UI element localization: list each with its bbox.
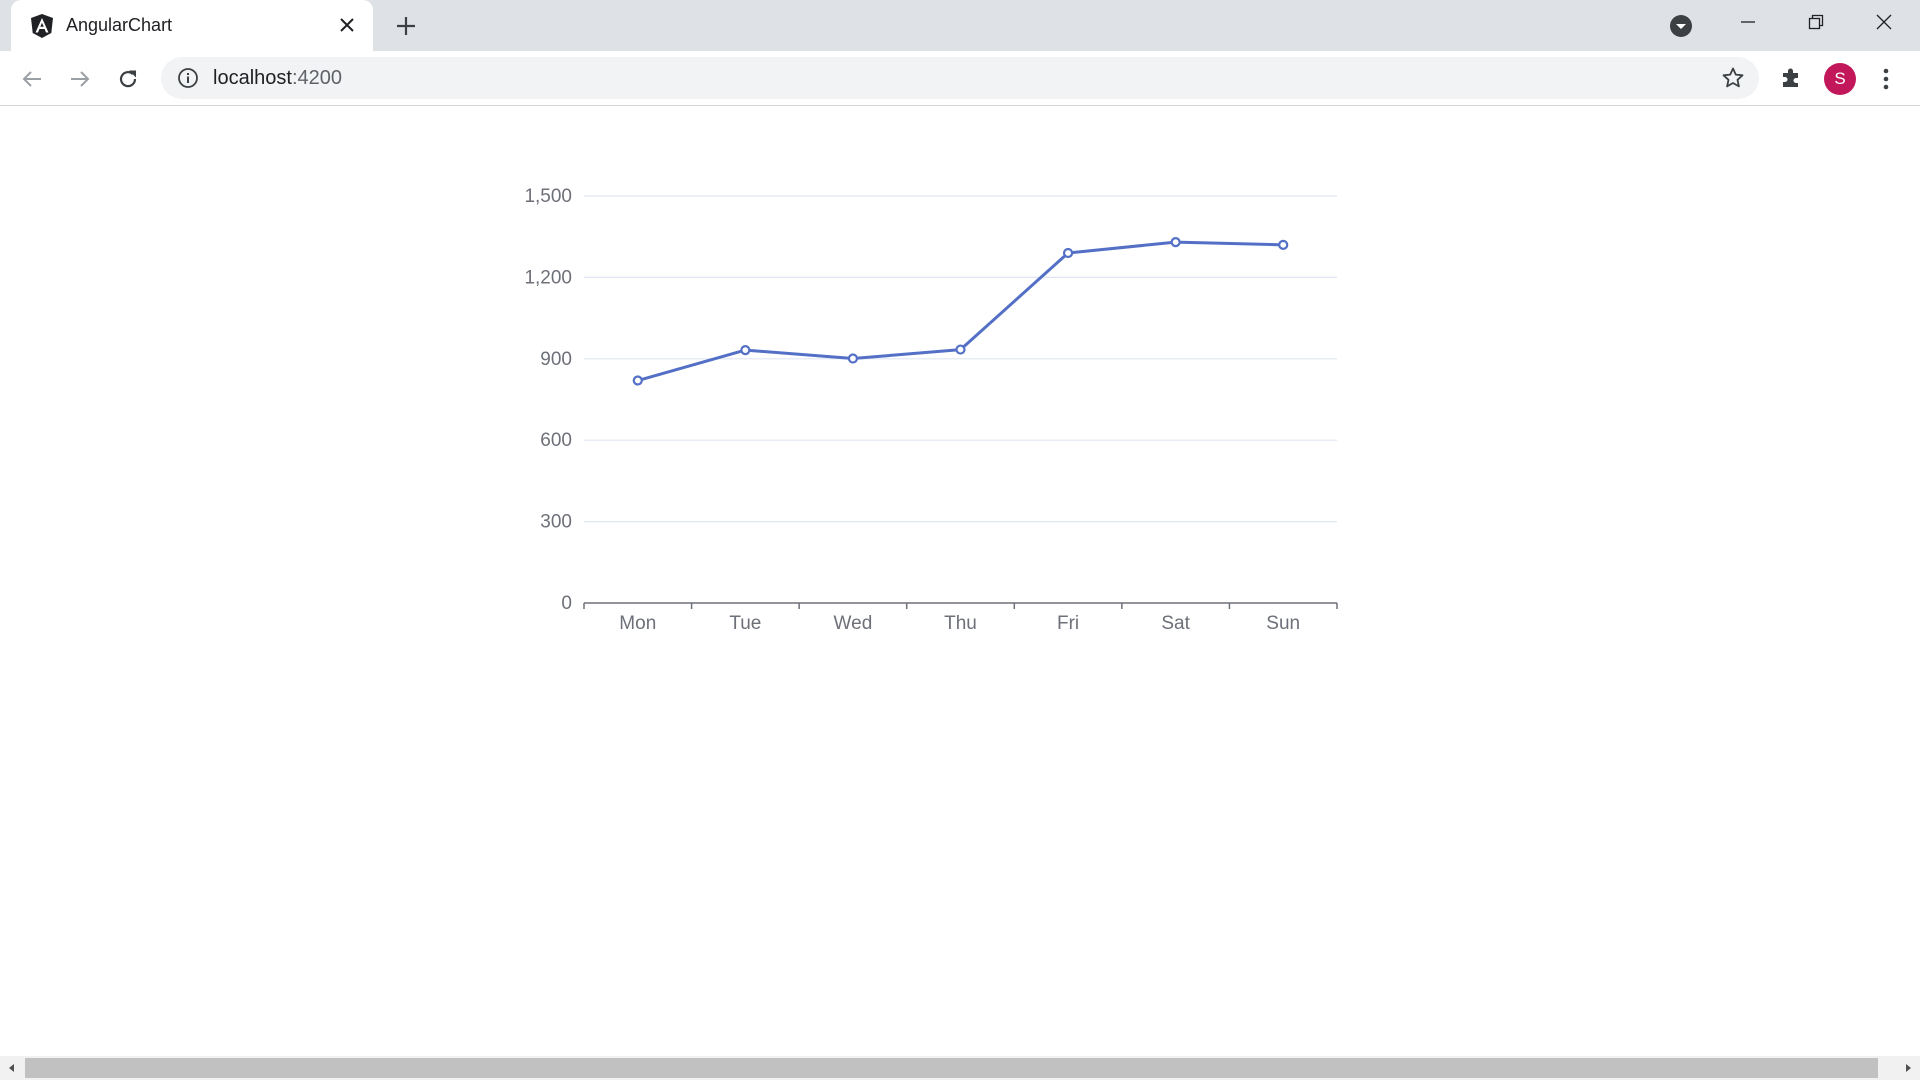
angular-icon xyxy=(29,13,55,39)
arrow-left-icon[interactable] xyxy=(14,61,50,97)
data-point xyxy=(1062,247,1074,259)
restore-icon[interactable] xyxy=(1782,0,1850,44)
data-point xyxy=(955,344,966,355)
scroll-right-arrow-icon[interactable] xyxy=(1896,1056,1920,1080)
arrow-right-icon[interactable] xyxy=(62,61,98,97)
kebab-menu-icon[interactable] xyxy=(1872,63,1900,95)
y-tick-label: 300 xyxy=(540,512,572,533)
horizontal-scrollbar[interactable] xyxy=(0,1056,1920,1080)
browser-window: AngularChart localhost:4200 S 0 300 600 … xyxy=(0,0,1920,1080)
data-point xyxy=(1170,237,1181,248)
y-axis-labels: 0 300 600 900 1,200 1,500 xyxy=(524,186,572,614)
close-icon[interactable] xyxy=(334,12,360,38)
plus-icon[interactable] xyxy=(391,11,421,41)
x-tick-label: Wed xyxy=(834,613,873,634)
x-tick-label: Tue xyxy=(729,613,761,634)
data-point xyxy=(740,345,751,356)
minimize-icon[interactable] xyxy=(1714,0,1782,44)
scrollbar-thumb[interactable] xyxy=(25,1058,1878,1078)
y-tick-label: 1,500 xyxy=(524,186,572,207)
address-bar[interactable]: localhost:4200 xyxy=(161,57,1759,99)
x-tick-label: Sat xyxy=(1161,613,1190,634)
x-axis-labels: Mon Tue Wed Thu Fri Sat Sun xyxy=(619,613,1300,634)
data-point xyxy=(632,375,643,386)
tab-strip: AngularChart xyxy=(0,0,1920,51)
info-icon[interactable] xyxy=(177,67,199,89)
star-icon[interactable] xyxy=(1721,66,1745,90)
y-tick-label: 0 xyxy=(561,593,572,614)
y-tick-label: 1,200 xyxy=(524,267,572,288)
window-close-icon[interactable] xyxy=(1850,0,1918,44)
puzzle-icon[interactable] xyxy=(1776,63,1806,93)
browser-toolbar: localhost:4200 S xyxy=(0,51,1920,106)
series-line xyxy=(637,240,1284,382)
data-point xyxy=(847,353,859,364)
y-tick-label: 600 xyxy=(540,430,572,451)
x-tick-label: Mon xyxy=(619,613,656,634)
reload-icon[interactable] xyxy=(110,61,146,97)
series xyxy=(632,237,1289,386)
tab-title: AngularChart xyxy=(66,15,173,35)
x-tick-label: Sun xyxy=(1266,613,1300,634)
tab-angularchart[interactable]: AngularChart xyxy=(11,0,373,51)
y-tick-label: 900 xyxy=(540,349,572,370)
line-chart: 0 300 600 900 1,200 1,500 Mon Tue Wed Thu Fri Sat S… xyxy=(524,186,1338,634)
url-host: localhost xyxy=(213,67,292,89)
data-point xyxy=(1278,239,1289,250)
x-tick-label: Thu xyxy=(944,613,977,634)
scroll-left-arrow-icon[interactable] xyxy=(0,1056,24,1080)
page-viewport: 0 300 600 900 1,200 1,500 Mon Tue Wed Thu Fri Sat S… xyxy=(0,106,1920,1056)
x-axis xyxy=(583,602,1338,609)
chevron-down-circle-icon[interactable] xyxy=(1667,12,1695,40)
url-text: localhost:4200 xyxy=(213,67,342,90)
url-port: :4200 xyxy=(291,67,342,89)
avatar[interactable]: S xyxy=(1824,63,1856,95)
x-tick-label: Fri xyxy=(1057,613,1079,634)
